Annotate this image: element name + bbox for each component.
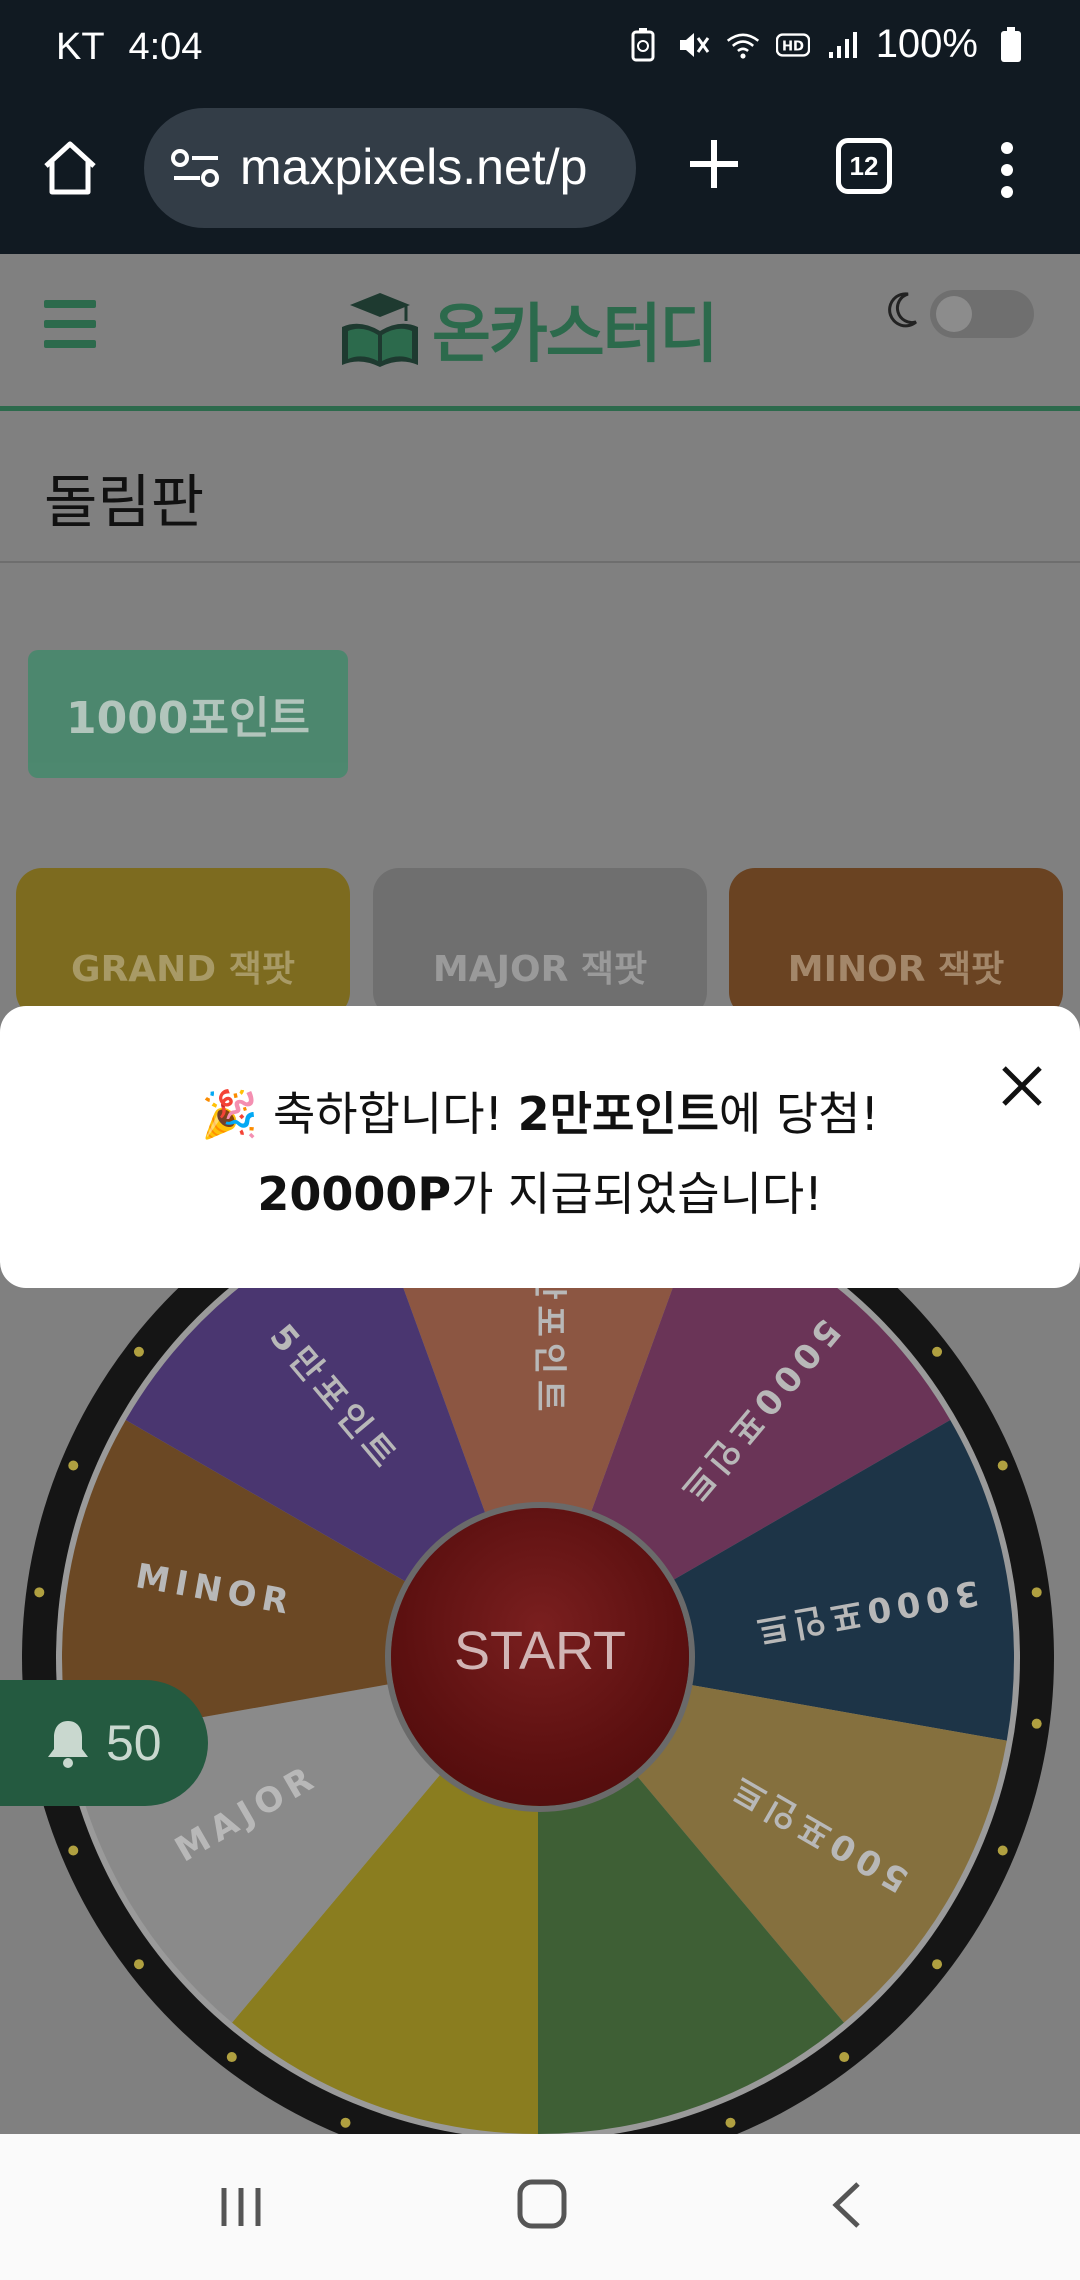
rim-light-dot bbox=[1031, 1718, 1042, 1729]
browser-toolbar: maxpixels.net/p 12 bbox=[0, 100, 1080, 254]
toast-prize: 2만포인트 bbox=[517, 1087, 719, 1141]
start-label: START bbox=[453, 1621, 627, 1681]
status-right: HD 100% bbox=[626, 22, 1028, 67]
menu-bar-icon bbox=[44, 320, 96, 328]
site-logo[interactable]: 온카스터디 bbox=[338, 284, 718, 374]
menu-bar-icon bbox=[44, 300, 96, 308]
plus-icon bbox=[690, 140, 738, 188]
major-jackpot-card[interactable]: MAJOR 잭팟 bbox=[373, 868, 707, 1018]
rim-light-dot bbox=[725, 2117, 736, 2128]
rim-light-dot bbox=[340, 2117, 351, 2128]
svg-text:HD: HD bbox=[782, 39, 804, 54]
home-nav-button[interactable] bbox=[516, 2178, 568, 2230]
battery-percent: 100% bbox=[875, 22, 978, 66]
url-text[interactable]: maxpixels.net/p bbox=[240, 138, 620, 196]
rim-light-dot bbox=[997, 1845, 1008, 1856]
start-button[interactable]: START bbox=[391, 1508, 689, 1806]
browser-home-button[interactable] bbox=[38, 136, 102, 200]
rim-light-dot bbox=[1031, 1587, 1042, 1598]
clock: 4:04 bbox=[128, 26, 203, 68]
toast-text-pre: 축하합니다! bbox=[272, 1087, 518, 1141]
rim-light-dot bbox=[997, 1460, 1008, 1471]
rim-light-dot bbox=[133, 1346, 144, 1357]
signal-icon bbox=[826, 28, 860, 62]
toast-line-1: 🎉 축하합니다! 2만포인트에 당첨! bbox=[0, 1078, 1080, 1144]
home-icon bbox=[44, 141, 96, 195]
mute-icon bbox=[676, 28, 710, 62]
status-left: KT 4:04 bbox=[56, 26, 202, 69]
more-menu-button[interactable] bbox=[990, 140, 1024, 200]
back-nav-button[interactable] bbox=[826, 2180, 866, 2230]
minor-jackpot-card[interactable]: MINOR 잭팟 bbox=[729, 868, 1063, 1018]
rim-light-dot bbox=[839, 2052, 850, 2063]
page-title: 돌림판 bbox=[44, 468, 205, 536]
party-popper-icon: 🎉 bbox=[201, 1087, 259, 1141]
page-title-bar: 돌림판 bbox=[0, 411, 1080, 563]
new-tab-button[interactable] bbox=[684, 134, 744, 194]
rim-light-dot bbox=[34, 1587, 45, 1598]
rim-light-dot bbox=[68, 1845, 79, 1856]
toast-paid-text: 가 지급되었습니다! bbox=[451, 1167, 823, 1221]
toggle-knob bbox=[936, 296, 972, 332]
rim-light-dot bbox=[133, 1959, 144, 1970]
moon-icon bbox=[888, 292, 917, 328]
hd-icon: HD bbox=[775, 28, 810, 62]
site-header: 온카스터디 bbox=[0, 254, 1080, 411]
rim-light-dot bbox=[932, 1346, 943, 1357]
logo-text: 온카스터디 bbox=[432, 298, 718, 372]
points-button[interactable]: 1000포인트 bbox=[28, 650, 348, 778]
site-settings-icon[interactable] bbox=[170, 148, 222, 188]
bell-icon bbox=[48, 1721, 88, 1768]
carrier-label: KT bbox=[56, 26, 104, 68]
toast-line-2: 20000P가 지급되었습니다! bbox=[0, 1158, 1080, 1224]
hamburger-menu-button[interactable] bbox=[44, 300, 96, 348]
system-nav-bar bbox=[0, 2134, 1080, 2280]
toast-amount: 20000P bbox=[257, 1167, 452, 1221]
rim-light-dot bbox=[226, 2052, 237, 2063]
grand-jackpot-card[interactable]: GRAND 잭팟 bbox=[16, 868, 350, 1018]
toast-text-post: 에 당첨! bbox=[718, 1087, 879, 1141]
notification-badge[interactable]: 50 bbox=[0, 1680, 208, 1806]
wifi-icon bbox=[726, 28, 760, 62]
dark-mode-toggle[interactable] bbox=[930, 290, 1034, 338]
notification-count: 50 bbox=[106, 1715, 162, 1771]
graduation-book-icon bbox=[342, 293, 418, 367]
rim-light-dot bbox=[932, 1959, 943, 1970]
win-toast: 🎉 축하합니다! 2만포인트에 당첨! 20000P가 지급되었습니다! bbox=[0, 1006, 1080, 1288]
menu-bar-icon bbox=[44, 340, 96, 348]
recent-apps-button[interactable] bbox=[216, 2182, 266, 2232]
status-bar: KT 4:04 HD 100% bbox=[0, 0, 1080, 100]
more-vert-icon bbox=[1001, 142, 1013, 198]
address-bar[interactable]: maxpixels.net/p bbox=[144, 108, 636, 228]
tab-switcher-button[interactable]: 12 bbox=[836, 138, 892, 194]
battery-icon bbox=[994, 26, 1028, 62]
battery-saver-icon bbox=[626, 27, 660, 62]
rim-light-dot bbox=[68, 1460, 79, 1471]
close-icon[interactable] bbox=[998, 1062, 1046, 1110]
